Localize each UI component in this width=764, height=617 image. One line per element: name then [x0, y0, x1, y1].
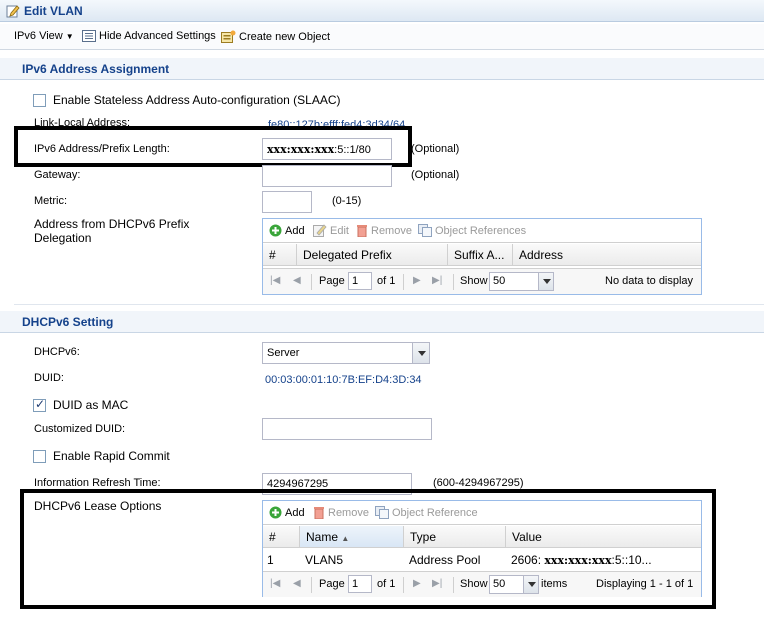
next-page-icon[interactable]: ▶	[413, 275, 421, 286]
customized-duid-label: Customized DUID:	[34, 423, 126, 435]
dhcpv6-section-header: DHCPv6 Setting	[0, 311, 764, 333]
delegation-add-label: Add	[285, 224, 305, 237]
delegation-show-label: Show	[460, 275, 488, 287]
delegation-object-references-button[interactable]: Object References	[418, 224, 526, 237]
delegation-remove-label: Remove	[371, 224, 412, 237]
prev-page-icon[interactable]: ◀	[293, 275, 301, 286]
customized-duid-input[interactable]	[262, 418, 432, 440]
gateway-hint: (Optional)	[411, 169, 460, 181]
hide-advanced-settings-button[interactable]: Hide Advanced Settings	[82, 30, 216, 42]
delegation-add-button[interactable]: Add	[269, 224, 305, 237]
edit-icon	[6, 5, 20, 18]
delegation-grid: Add Edit Remove Object References # Dele…	[262, 218, 702, 295]
delegation-of-label: of 1	[377, 275, 396, 287]
ipv6-view-dropdown[interactable]: IPv6 View ▼	[14, 30, 74, 42]
delegation-show-value: 50	[493, 275, 506, 287]
delegation-edit-button[interactable]: Edit	[313, 224, 349, 237]
pager-separator	[403, 274, 404, 290]
delegation-object-references-label: Object References	[435, 224, 527, 237]
metric-label: Metric:	[34, 195, 67, 207]
prefix-highlight-box	[14, 126, 412, 167]
lease-options-highlight-box	[20, 489, 716, 609]
dhcpv6-mode-value: Server	[267, 347, 300, 359]
section-divider	[14, 304, 764, 305]
duid-label: DUID:	[34, 372, 64, 384]
delegation-col-prefix[interactable]: Delegated Prefix	[297, 244, 448, 265]
delegation-grid-toolbar: Add Edit Remove Object References	[263, 219, 701, 243]
window-titlebar: Edit VLAN	[0, 0, 764, 22]
gateway-label: Gateway:	[34, 169, 81, 181]
slaac-checkbox[interactable]	[33, 94, 46, 107]
duid-as-mac-checkbox[interactable]	[33, 397, 46, 412]
create-new-object-button[interactable]: Create new Object	[221, 30, 330, 43]
dhcpv6-section-title: DHCPv6 Setting	[22, 315, 114, 329]
advanced-settings-icon	[82, 30, 96, 42]
add-icon	[269, 224, 282, 237]
first-page-icon[interactable]: |◀	[270, 275, 280, 286]
chevron-down-icon	[538, 273, 553, 290]
ipv6-section-header: IPv6 Address Assignment	[0, 58, 764, 80]
object-references-icon	[418, 224, 432, 237]
delegation-status: No data to display	[605, 275, 694, 287]
window-title: Edit VLAN	[24, 4, 83, 18]
toolbar: IPv6 View ▼ Hide Advanced Settings Creat…	[0, 24, 764, 50]
duid-as-mac-label: DUID as MAC	[53, 398, 129, 412]
delegation-label-2: Delegation	[34, 231, 92, 245]
remove-icon	[357, 225, 367, 237]
metric-input[interactable]	[262, 191, 312, 213]
delegation-remove-button[interactable]: Remove	[356, 224, 412, 237]
gateway-input[interactable]	[262, 165, 392, 187]
rapid-commit-label: Enable Rapid Commit	[53, 449, 170, 463]
hide-advanced-settings-label: Hide Advanced Settings	[99, 30, 216, 42]
pager-separator	[453, 274, 454, 290]
ipv6-section-title: IPv6 Address Assignment	[22, 62, 170, 76]
create-new-object-label: Create new Object	[239, 30, 331, 43]
slaac-label: Enable Stateless Address Auto-configurat…	[53, 93, 341, 107]
edit-icon	[313, 224, 327, 237]
last-page-icon[interactable]: ▶|	[432, 275, 442, 286]
pager-separator	[311, 274, 312, 290]
dhcpv6-mode-label: DHCPv6:	[34, 346, 80, 358]
metric-hint: (0-15)	[332, 195, 362, 207]
rapid-commit-checkbox[interactable]	[33, 450, 46, 463]
view-dropdown-icon: ▼	[65, 31, 74, 41]
delegation-col-num[interactable]: #	[263, 244, 297, 265]
delegation-col-address[interactable]: Address	[513, 244, 701, 265]
duid-value: 00:03:00:01:10:7B:EF:D4:3D:34	[265, 374, 422, 386]
prefix-hint: (Optional)	[411, 143, 460, 155]
ipv6-view-label: IPv6 View	[14, 30, 63, 42]
delegation-col-suffix[interactable]: Suffix A...	[448, 244, 513, 265]
chevron-down-icon	[412, 343, 429, 363]
refresh-time-hint: (600-4294967295)	[433, 477, 524, 489]
delegation-grid-header: # Delegated Prefix Suffix A... Address	[263, 244, 701, 266]
delegation-edit-label: Edit	[330, 224, 349, 237]
create-object-icon	[221, 30, 236, 43]
delegation-label-1: Address from DHCPv6 Prefix	[34, 217, 190, 231]
delegation-page-input[interactable]: 1	[348, 272, 372, 290]
delegation-show-select[interactable]: 50	[489, 272, 554, 291]
delegation-pager: |◀ ◀ Page 1 of 1 ▶ ▶| Show 50 No data to…	[263, 268, 701, 294]
dhcpv6-mode-select[interactable]: Server	[262, 342, 430, 364]
refresh-time-label: Information Refresh Time:	[34, 477, 161, 489]
delegation-page-label: Page	[319, 275, 345, 287]
